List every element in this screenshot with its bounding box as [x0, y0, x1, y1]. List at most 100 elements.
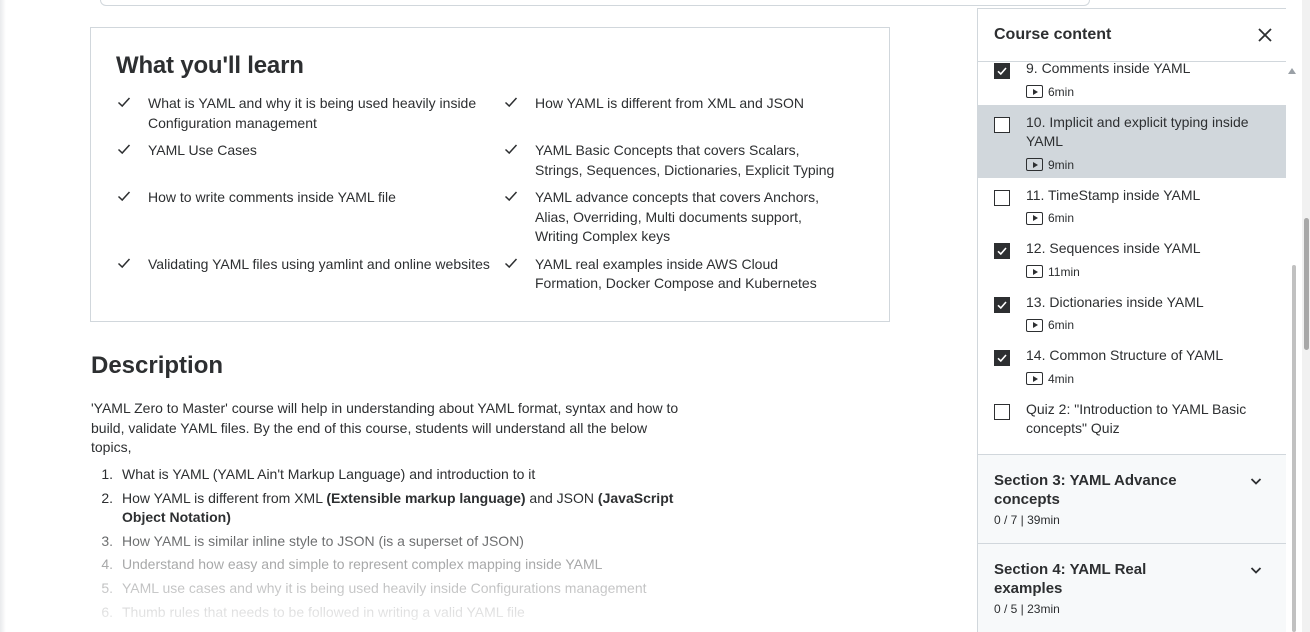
learn-title: What you'll learn: [116, 52, 304, 79]
lecture-item[interactable]: 9. Comments inside YAML 6min: [978, 51, 1286, 105]
section-info: Section 4: YAML Real examples 0 / 5 | 23m…: [994, 560, 1214, 616]
lecture-title: 10. Implicit and explicit typing inside …: [1026, 113, 1249, 150]
learn-item: Validating YAML files using yamlint and …: [116, 255, 503, 294]
lecture-body: 11. TimeStamp inside YAML 6min: [1026, 186, 1270, 225]
lecture-body: 14. Common Structure of YAML 4min: [1026, 346, 1270, 386]
list-text-part: and JSON: [525, 489, 598, 506]
section-header[interactable]: Section 3: YAML Advance concepts 0 / 7 | …: [978, 453, 1286, 543]
section-header[interactable]: Section 4: YAML Real examples 0 / 5 | 23m…: [978, 542, 1286, 632]
learn-item-text: YAML Basic Concepts that covers Scalars,…: [535, 142, 835, 178]
lecture-duration: 6min: [1048, 318, 1075, 332]
learn-item: YAML Basic Concepts that covers Scalars,…: [503, 141, 848, 180]
list-text-part: YAML use cases and why it is being used …: [122, 579, 647, 596]
description-topic-list: 1. What is YAML (YAML Ain't Markup Langua…: [91, 465, 691, 626]
lecture-item[interactable]: 11. TimeStamp inside YAML 6min: [978, 178, 1286, 232]
lecture-checkbox[interactable]: [994, 350, 1010, 366]
chevron-down-icon[interactable]: [1248, 562, 1264, 578]
list-text-part: How YAML is similar inline style to JSON…: [122, 532, 524, 549]
section-info: Section 3: YAML Advance concepts 0 / 7 | …: [994, 471, 1214, 527]
chevron-down-icon[interactable]: [1248, 473, 1264, 489]
lecture-item[interactable]: Quiz 2: "Introduction to YAML Basic conc…: [978, 392, 1286, 449]
close-icon: [1258, 28, 1272, 42]
check-icon: [503, 94, 535, 133]
description-title: Description: [91, 352, 224, 379]
list-number: 5.: [101, 579, 113, 596]
lecture-duration: 6min: [1048, 84, 1075, 99]
list-text: How YAML is different from XML (Extensib…: [122, 489, 691, 528]
lecture-checkbox[interactable]: [994, 243, 1010, 259]
list-number: 2.: [101, 489, 113, 506]
sidebar-scrollbar-thumb[interactable]: [1292, 265, 1296, 632]
page-scrollbar-thumb[interactable]: [1304, 218, 1309, 350]
lecture-body: 12. Sequences inside YAML 11min: [1026, 239, 1270, 279]
lecture-checkbox[interactable]: [994, 403, 1010, 420]
description-list-item: 5. YAML use cases and why it is being use…: [91, 579, 691, 599]
video-play-icon: [1026, 211, 1043, 225]
lecture-meta: 11min: [1026, 265, 1270, 279]
check-icon: [116, 94, 148, 133]
learn-item: YAML Use Cases: [116, 141, 503, 180]
lecture-meta: 6min: [1026, 211, 1270, 225]
section-title: Section 3: YAML Advance concepts: [994, 471, 1177, 509]
lecture-body: Quiz 2: "Introduction to YAML Basic conc…: [1026, 400, 1270, 439]
section-meta: 0 / 5 | 23min: [994, 601, 1060, 616]
learn-item: YAML advance concepts that covers Anchor…: [503, 188, 848, 247]
lecture-checkbox[interactable]: [994, 116, 1010, 133]
learn-item-text: YAML real examples inside AWS Cloud Form…: [535, 255, 817, 292]
lecture-body: 9. Comments inside YAML 6min: [1026, 59, 1270, 99]
lecture-title: 9. Comments inside YAML: [1026, 60, 1191, 76]
video-play-icon: [1026, 318, 1043, 332]
lecture-checkbox[interactable]: [994, 296, 1010, 313]
lecture-item[interactable]: 10. Implicit and explicit typing inside …: [978, 104, 1286, 178]
lecture-checkbox[interactable]: [994, 63, 1010, 79]
lecture-item[interactable]: 13. Dictionaries inside YAML 6min: [978, 285, 1286, 339]
list-text: Understand how easy and simple to repres…: [122, 555, 691, 575]
description-list-item: 4. Understand how easy and simple to repr…: [91, 555, 691, 575]
lecture-item[interactable]: 14. Common Structure of YAML 4min: [978, 338, 1286, 392]
list-number: 4.: [101, 556, 113, 573]
lecture-title: 14. Common Structure of YAML: [1026, 347, 1224, 363]
video-play-icon: [1026, 85, 1043, 98]
section-meta: 0 / 7 | 39min: [994, 512, 1060, 527]
learn-item-text: How to write comments inside YAML file: [148, 189, 396, 205]
description-list-item: 1. What is YAML (YAML Ain't Markup Langua…: [91, 465, 691, 485]
learn-item: What is YAML and why it is being used he…: [116, 94, 503, 133]
check-icon: [116, 188, 148, 247]
learn-items-grid: What is YAML and why it is being used he…: [116, 94, 865, 302]
video-play-icon: [1026, 265, 1043, 278]
lecture-duration: 11min: [1048, 264, 1080, 279]
learn-item: How to write comments inside YAML file: [116, 188, 503, 247]
lecture-meta: 6min: [1026, 85, 1270, 99]
video-play-icon: [1026, 372, 1043, 385]
left-edge-shadow: [0, 0, 6, 632]
description-list-item: 3. How YAML is similar inline style to JS…: [91, 532, 691, 552]
lecture-title: 12. Sequences inside YAML: [1026, 240, 1201, 256]
lecture-meta: 4min: [1026, 372, 1270, 386]
section-title: Section 4: YAML Real examples: [994, 560, 1147, 598]
lecture-body: 10. Implicit and explicit typing inside …: [1026, 113, 1270, 172]
learn-item-text: YAML advance concepts that covers Anchor…: [535, 189, 820, 244]
learn-item-text: How YAML is different from XML and JSON: [535, 95, 804, 111]
list-text-part: Thumb rules that needs to be followed in…: [122, 603, 525, 620]
list-number: 1.: [101, 466, 113, 482]
lecture-item[interactable]: 12. Sequences inside YAML 11min: [978, 231, 1286, 285]
section-list: Section 3: YAML Advance concepts 0 / 7 | …: [978, 453, 1286, 632]
learn-item: YAML real examples inside AWS Cloud Form…: [503, 255, 848, 294]
list-text: YAML use cases and why it is being used …: [122, 579, 691, 599]
learn-item-text: What is YAML and why it is being used he…: [148, 95, 477, 131]
list-text-part: Understand how easy and simple to repres…: [122, 556, 603, 573]
close-sidebar-button[interactable]: [1254, 24, 1276, 46]
top-bar-edge: [100, 0, 1090, 6]
list-text-bold: (Extensible markup language): [326, 489, 526, 506]
scroll-up-arrow-icon[interactable]: [1287, 66, 1297, 76]
check-icon: [503, 141, 535, 180]
course-content-sidebar: Course content 9. Comments inside YAML 6m…: [977, 8, 1286, 632]
check-icon: [116, 141, 148, 180]
description-list-item: 2. How YAML is different from XML (Extens…: [91, 489, 691, 528]
check-icon: [116, 255, 148, 294]
list-text-part: How YAML is different from XML: [122, 489, 327, 506]
lecture-checkbox[interactable]: [994, 189, 1010, 206]
list-text: What is YAML (YAML Ain't Markup Language…: [122, 465, 691, 485]
check-icon: [503, 255, 535, 294]
list-text: Thumb rules that needs to be followed in…: [122, 603, 691, 623]
